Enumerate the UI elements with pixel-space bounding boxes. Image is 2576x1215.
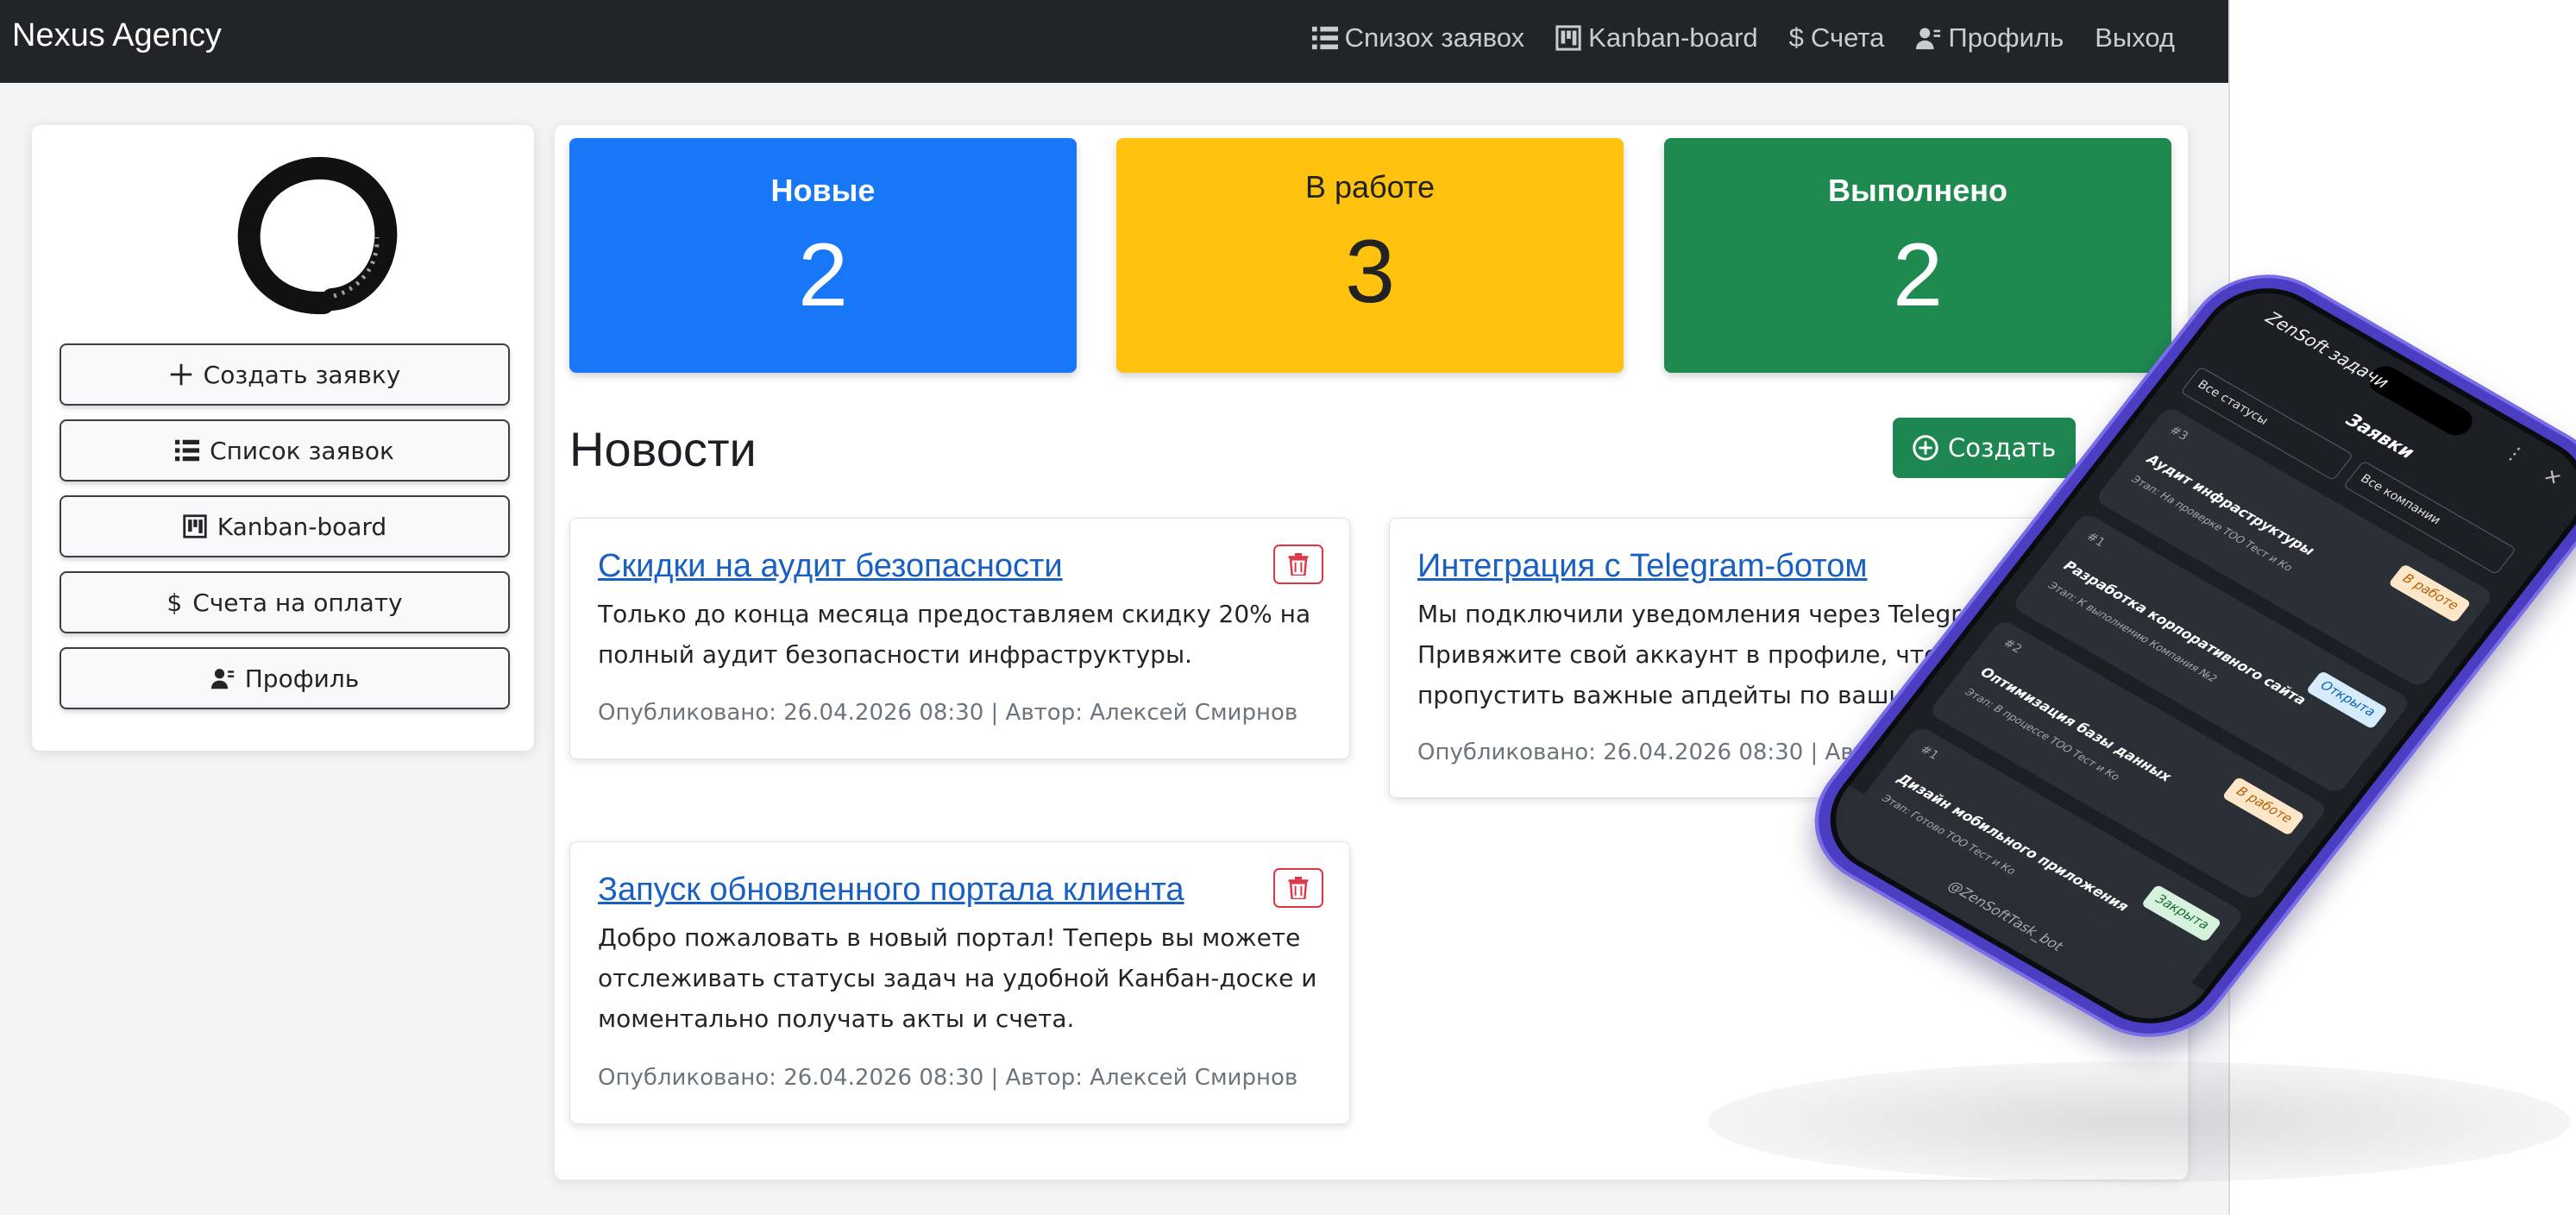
news-meta: Опубликовано: 26.04.2026 08:30 | Автор: … — [598, 700, 1298, 726]
stat-title: Выполнено — [1828, 173, 2007, 208]
news-meta: Опубликовано: 26.04.2026 08:30 | Автор: … — [598, 1065, 1298, 1091]
create-request-button[interactable]: Создать заявку — [60, 343, 510, 406]
status-badge: В работе — [2387, 563, 2472, 623]
button-label: Список заявок — [210, 436, 394, 465]
nav-link-kanban[interactable]: Kanban-board — [1555, 22, 1758, 54]
task-number: #2 — [2000, 636, 2025, 657]
button-label: Счета на оплату — [192, 588, 403, 617]
dollar-icon: $ — [1788, 22, 1804, 53]
nav-link-request-list[interactable]: Сnизох заявох — [1311, 22, 1525, 54]
delete-news-button[interactable] — [1273, 868, 1323, 908]
news-heading: Новости — [569, 422, 757, 476]
status-badge: Открыта — [2305, 670, 2389, 730]
button-label: Профиль — [244, 664, 360, 693]
news-card: Запуск обновленного портала клиента Добр… — [569, 841, 1350, 1124]
task-number: #1 — [1917, 742, 1942, 763]
nav-links: Сnизох заявох Kanban-board $ Счета Профи… — [1311, 22, 2175, 54]
nav-link-logout[interactable]: Выход — [2095, 22, 2175, 54]
news-body: Добро пожаловать в новый портал! Теперь … — [598, 923, 1317, 1033]
more-vertical-icon[interactable]: ⋮ — [2499, 441, 2529, 468]
close-icon[interactable]: ✕ — [2538, 465, 2566, 490]
nav-link-label: Kanban-board — [1588, 22, 1758, 53]
news-title-link[interactable]: Скидки на аудит безопасности — [598, 548, 1323, 585]
news-body: Только до конца месяца предоставляем ски… — [598, 600, 1311, 669]
nav-link-label: Выход — [2095, 22, 2175, 53]
dollar-icon: $ — [166, 588, 183, 617]
task-number: #1 — [2083, 530, 2108, 551]
stat-card-new[interactable]: Новые 2 — [569, 138, 1077, 373]
top-navbar: Nexus Agency Сnизох заявох Kanban-board … — [0, 0, 2228, 83]
plus-icon — [170, 363, 192, 386]
kanban-icon — [183, 514, 207, 538]
kanban-icon — [1555, 25, 1581, 51]
stat-value: 3 — [1345, 222, 1395, 322]
button-label: Kanban-board — [217, 512, 387, 541]
nav-link-profile[interactable]: Профиль — [1915, 22, 2064, 54]
profile-button[interactable]: Профиль — [60, 647, 510, 709]
button-label: Создать заявку — [203, 360, 401, 389]
stat-value: 2 — [798, 225, 848, 325]
stat-title: Новые — [770, 173, 876, 208]
trash-icon — [1288, 877, 1309, 899]
nav-link-label: Счета — [1810, 22, 1885, 53]
nav-link-label: Профиль — [1948, 22, 2064, 53]
sidebar: Создать заявку Список заявок Kanban-boar… — [32, 125, 534, 751]
status-badge: Закрыта — [2140, 884, 2222, 942]
user-icon — [1916, 28, 1941, 50]
trash-icon — [1288, 553, 1309, 576]
stat-title: В работе — [1304, 169, 1435, 205]
brand-name[interactable]: Nexus Agency — [12, 17, 222, 54]
task-number: #3 — [2166, 423, 2191, 444]
nav-link-invoices[interactable]: $ Счета — [1789, 22, 1885, 54]
phone-screen: ZenSoft задачи ⋮ ✕ Заявки Все статусы Вс… — [1804, 266, 2576, 1046]
kanban-board-button[interactable]: Kanban-board — [60, 495, 510, 557]
phone-body: ZenSoft задачи ⋮ ✕ Заявки Все статусы Вс… — [1783, 248, 2576, 1064]
enso-circle-logo — [237, 156, 398, 315]
phone-mockup: ZenSoft задачи ⋮ ✕ Заявки Все статусы Вс… — [1783, 248, 2576, 1156]
status-badge: В работе — [2221, 776, 2306, 836]
user-icon — [210, 669, 234, 689]
news-card: Скидки на аудит безопасности Только до к… — [569, 518, 1350, 759]
request-list-button[interactable]: Список заявок — [60, 419, 510, 482]
nav-link-label: Сnизох заявох — [1344, 22, 1525, 53]
list-icon — [175, 439, 200, 462]
list-icon — [1311, 26, 1338, 50]
news-title-link[interactable]: Запуск обновленного портала клиента — [598, 872, 1323, 909]
delete-news-button[interactable] — [1273, 545, 1323, 584]
stat-card-in-progress[interactable]: В работе 3 — [1116, 138, 1624, 373]
invoices-button[interactable]: $ Счета на оплату — [60, 571, 510, 633]
